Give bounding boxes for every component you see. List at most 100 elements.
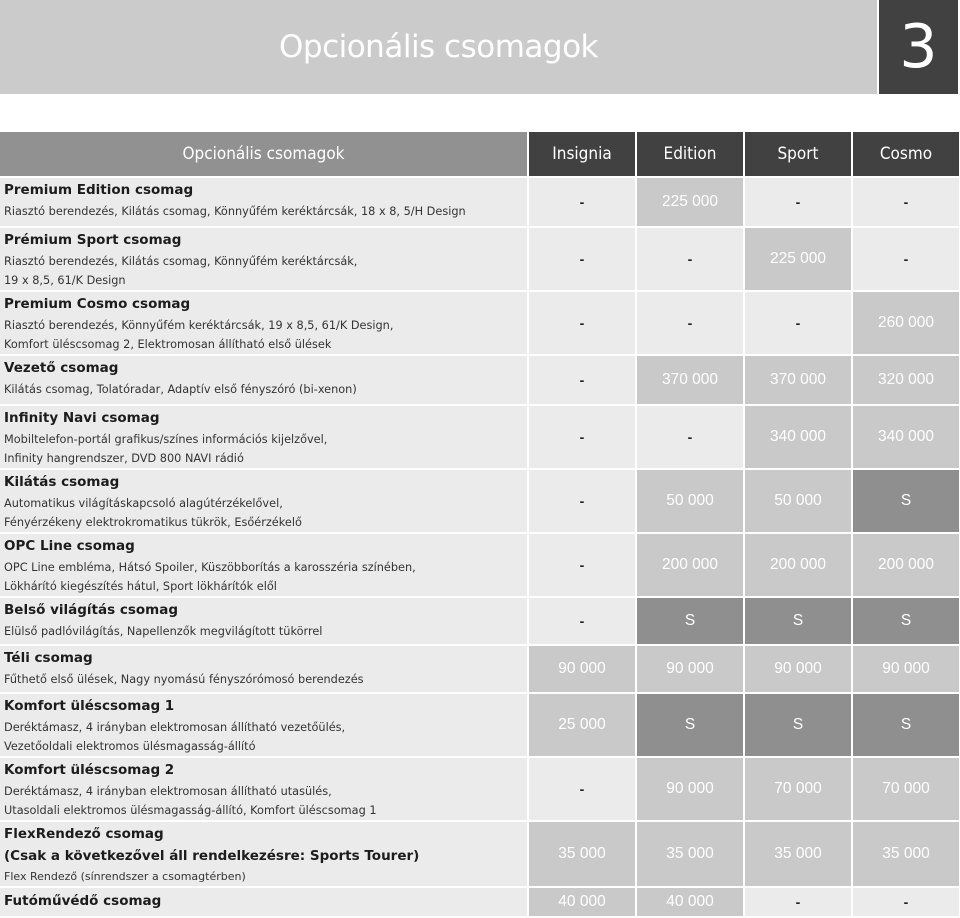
price-cell-insignia: 35 000 [529,822,635,886]
package-description: Kilátás csomag, Tolatóradar, Adaptív els… [4,380,527,399]
description-line: Flex Rendező (sínrendszer a csomagtérben… [4,870,246,883]
package-name: Premium Cosmo csomag [4,296,191,312]
package-description: Flex Rendező (sínrendszer a csomagtérben… [4,867,527,886]
price-cell-insignia: 25 000 [529,694,635,756]
price-cell-insignia: - [529,598,635,644]
table-row: Komfort üléscsomag 1 Deréktámasz, 4 irány… [0,694,959,756]
price-cell-sport: - [745,888,851,916]
price-cell-cosmo: 340 000 [853,406,959,468]
package-cell: FlexRendező csomag (Csak a következővel á… [0,822,527,886]
price-cell-cosmo: - [853,178,959,226]
price-cell-edition: - [637,228,743,290]
price-cell-edition: S [637,694,743,756]
table-header-row: Opcionális csomagok Insignia Edition Spo… [0,132,959,176]
price-cell-sport: 225 000 [745,228,851,290]
package-description: Automatikus világításkapcsoló alagútérzé… [4,494,527,532]
price-cell-sport: 340 000 [745,406,851,468]
package-cell: Vezető csomag Kilátás csomag, Tolatóradar… [0,356,527,404]
package-name: Komfort üléscsomag 1 [4,698,175,714]
package-availability-note: (Csak a következővel áll rendelkezésre: … [4,848,420,864]
price-cell-insignia: - [529,292,635,354]
description-line: Deréktámasz, 4 irányban elektromosan áll… [4,721,346,734]
description-line: OPC Line embléma, Hátsó Spoiler, Küszöbb… [4,561,416,574]
description-line: Mobiltelefon-portál grafikus/színes info… [4,433,328,446]
price-cell-edition: 370 000 [637,356,743,404]
price-cell-cosmo: S [853,470,959,532]
package-cell: Belső világítás csomag Elülső padlóvilágí… [0,598,527,644]
price-cell-cosmo: 70 000 [853,758,959,820]
price-cell-edition: 200 000 [637,534,743,596]
table-row: FlexRendező csomag (Csak a következővel á… [0,822,959,886]
packages-table: Opcionális csomagok Insignia Edition Spo… [0,130,960,918]
package-name: Kilátás csomag [4,474,120,490]
package-cell: OPC Line csomag OPC Line embléma, Hátsó S… [0,534,527,596]
header-edition: Edition [637,132,743,176]
table-row: Téli csomag Fűthető első ülések, Nagy nyo… [0,646,959,692]
description-line: Elülső padlóvilágítás, Napellenzők megvi… [4,625,323,638]
price-cell-cosmo: 260 000 [853,292,959,354]
table-row: Premium Edition csomag Riasztó berendezés… [0,178,959,226]
price-cell-sport: 200 000 [745,534,851,596]
description-line: Lökhárító kiegészítés hátul, Sport lökhá… [4,580,277,593]
price-cell-edition: 90 000 [637,758,743,820]
table-row: Kilátás csomag Automatikus világításkapcs… [0,470,959,532]
description-line: Riasztó berendezés, Kilátás csomag, Könn… [4,205,466,218]
price-cell-cosmo: 90 000 [853,646,959,692]
price-cell-edition: 40 000 [637,888,743,916]
price-cell-cosmo: 200 000 [853,534,959,596]
price-cell-cosmo: - [853,888,959,916]
price-cell-cosmo: 320 000 [853,356,959,404]
price-cell-insignia: - [529,228,635,290]
table-row: Prémium Sport csomag Riasztó berendezés, … [0,228,959,290]
header-packages: Opcionális csomagok [0,132,527,176]
package-description: Elülső padlóvilágítás, Napellenzők megvi… [4,622,527,641]
price-cell-insignia: - [529,470,635,532]
price-cell-edition: - [637,292,743,354]
package-name: Vezető csomag [4,360,119,376]
package-name: OPC Line csomag [4,538,135,554]
package-cell: Premium Cosmo csomag Riasztó berendezés, … [0,292,527,354]
price-cell-insignia: - [529,356,635,404]
price-cell-edition: 225 000 [637,178,743,226]
package-description: Riasztó berendezés, Könnyűfém keréktárcs… [4,316,527,354]
price-cell-sport: 370 000 [745,356,851,404]
price-cell-edition: 35 000 [637,822,743,886]
price-cell-sport: - [745,292,851,354]
price-cell-edition: - [637,406,743,468]
price-cell-edition: 90 000 [637,646,743,692]
table-row: Infinity Navi csomag Mobiltelefon-portál … [0,406,959,468]
table-row: Komfort üléscsomag 2 Deréktámasz, 4 irány… [0,758,959,820]
price-cell-cosmo: - [853,228,959,290]
package-cell: Komfort üléscsomag 1 Deréktámasz, 4 irány… [0,694,527,756]
price-cell-insignia: - [529,178,635,226]
package-description: OPC Line embléma, Hátsó Spoiler, Küszöbb… [4,558,527,596]
package-name: Infinity Navi csomag [4,410,160,426]
description-line: Komfort üléscsomag 2, Elektromosan állít… [4,338,332,351]
table-row: Belső világítás csomag Elülső padlóvilágí… [0,598,959,644]
price-cell-insignia: - [529,758,635,820]
price-cell-cosmo: S [853,694,959,756]
package-description: Deréktámasz, 4 irányban elektromosan áll… [4,782,527,820]
table-row: OPC Line csomag OPC Line embléma, Hátsó S… [0,534,959,596]
table-row: Premium Cosmo csomag Riasztó berendezés, … [0,292,959,354]
header-insignia: Insignia [529,132,635,176]
package-name: FlexRendező csomag [4,826,164,842]
title-bar: Opcionális csomagok [0,0,877,94]
package-name: Premium Edition csomag [4,182,194,198]
description-line: Riasztó berendezés, Könnyűfém keréktárcs… [4,319,394,332]
package-cell: Komfort üléscsomag 2 Deréktámasz, 4 irány… [0,758,527,820]
page-title: Opcionális csomagok [278,29,599,65]
package-cell: Prémium Sport csomag Riasztó berendezés, … [0,228,527,290]
description-line: 19 x 8,5, 61/K Design [4,274,126,287]
description-line: Fűthető első ülések, Nagy nyomású fénysz… [4,673,364,686]
description-line: Deréktámasz, 4 irányban elektromosan áll… [4,785,332,798]
table-row: Futóművédő csomag 40 000 40 000- - [0,888,959,916]
header-sport: Sport [745,132,851,176]
description-line: Automatikus világításkapcsoló alagútérzé… [4,497,283,510]
description-line: Riasztó berendezés, Kilátás csomag, Könn… [4,255,358,268]
package-cell: Futóművédő csomag [0,888,527,916]
description-line: Infinity hangrendszer, DVD 800 NAVI rádi… [4,452,244,465]
table-row: Vezető csomag Kilátás csomag, Tolatóradar… [0,356,959,404]
price-cell-sport: 50 000 [745,470,851,532]
package-description: Riasztó berendezés, Kilátás csomag, Könn… [4,252,527,290]
